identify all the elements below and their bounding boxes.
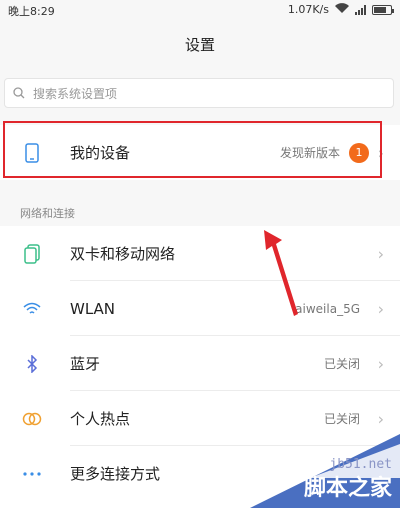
list-item-label: 蓝牙 xyxy=(70,355,101,373)
chevron-right-icon: › xyxy=(377,409,384,428)
hotspot-icon xyxy=(22,409,42,429)
list-item-value: aiweila_5G xyxy=(295,301,360,316)
list-item-label: 个人热点 xyxy=(70,410,131,428)
status-time: 晚上8:29 xyxy=(8,5,55,18)
chevron-right-icon: › xyxy=(377,354,384,373)
chevron-right-icon: › xyxy=(377,299,384,318)
list-item-bluetooth[interactable]: 蓝牙 已关闭 › xyxy=(0,336,400,391)
status-bar: 晚上8:29 1.07K/s xyxy=(0,0,400,22)
chevron-right-icon: › xyxy=(377,143,384,162)
bluetooth-icon xyxy=(22,354,42,374)
wifi-status-icon xyxy=(335,3,349,16)
network-section-header: 网络和连接 xyxy=(20,207,75,220)
update-available-text: 发现新版本 xyxy=(279,146,340,160)
phone-icon xyxy=(22,142,42,163)
list-item-wlan[interactable]: WLAN aiweila_5G › xyxy=(0,281,400,336)
wifi-icon xyxy=(22,299,42,319)
list-item-value: 已关闭 xyxy=(323,412,360,426)
annotation-arrow xyxy=(264,230,298,316)
status-indicators: 1.07K/s xyxy=(287,3,394,16)
search-placeholder: 搜索系统设置项 xyxy=(33,86,118,101)
list-item-value: 已关闭 xyxy=(323,357,360,371)
my-device-label: 我的设备 xyxy=(70,144,131,162)
more-dots-icon xyxy=(22,464,42,484)
sim-card-icon xyxy=(22,243,42,264)
signal-icon xyxy=(355,4,366,15)
update-badge: 1 xyxy=(349,142,369,163)
search-input[interactable]: 搜索系统设置项 xyxy=(4,78,394,108)
chevron-right-icon: › xyxy=(377,244,384,263)
page-title: 设置 xyxy=(184,36,215,54)
search-icon xyxy=(13,87,25,99)
list-item-label: WLAN xyxy=(70,299,116,318)
list-item-dual-sim[interactable]: 双卡和移动网络 › xyxy=(0,226,400,281)
network-speed: 1.07K/s xyxy=(287,3,329,16)
battery-icon xyxy=(372,4,394,15)
watermark-brand: 脚本之家 xyxy=(303,476,392,501)
list-item-label: 双卡和移动网络 xyxy=(70,245,176,263)
my-device-item[interactable]: 我的设备 发现新版本 1 › xyxy=(0,125,400,180)
list-item-label: 更多连接方式 xyxy=(70,465,161,483)
watermark: jb51.net 脚本之家 xyxy=(250,434,400,508)
